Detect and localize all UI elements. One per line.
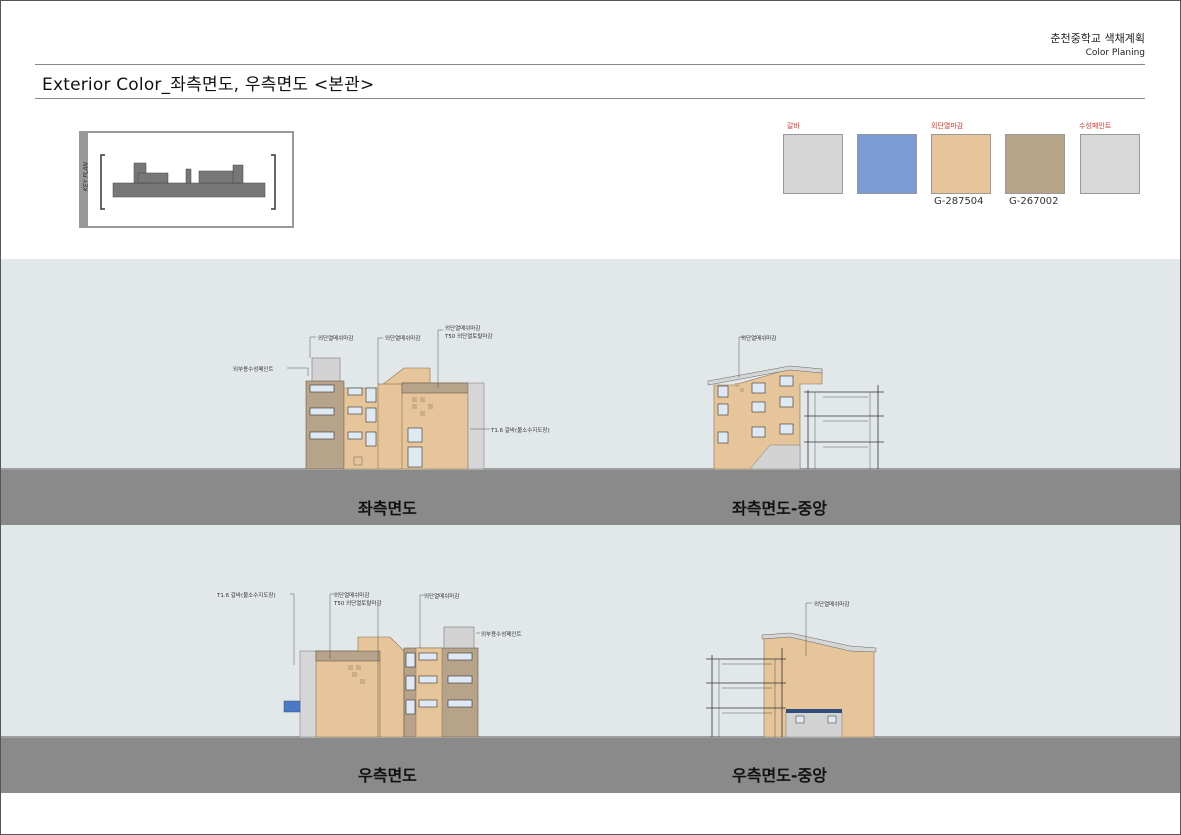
- school-title: 춘천중학교 색채계획: [1050, 32, 1145, 45]
- lower-elevation-band: [1, 525, 1180, 738]
- swatch-code-taupe: G-267002: [1009, 196, 1059, 207]
- swatch-galva: [783, 134, 843, 194]
- note-insulation-left-1: 외단열메쉬마감: [318, 336, 354, 342]
- header-block: 춘천중학교 색채계획 Color Planing: [1050, 30, 1145, 58]
- note-galva-right: T1.6 갈바(불소수지도장): [217, 593, 276, 599]
- swatch-taupe: [1005, 134, 1065, 194]
- note-outer-paint-right: 외부용수성페인트: [481, 632, 522, 638]
- subtitle: Color Planing: [1085, 48, 1145, 58]
- caption-right-elevation: 우측면도: [358, 766, 417, 785]
- caption-left-center-elevation: 좌측면도-중앙: [732, 499, 827, 518]
- note-insulation-left-center: 외단열메쉬마감: [741, 336, 777, 342]
- key-plan-drawing: [100, 154, 276, 210]
- caption-right-center-elevation: 우측면도-중앙: [732, 766, 827, 785]
- swatch-label-insulation: 외단열마감: [931, 122, 964, 130]
- swatch-label-galva: 갈바: [787, 122, 800, 130]
- note-insulation-right-1: 외단열메쉬마감: [334, 593, 370, 599]
- upper-elevation-band: [1, 259, 1180, 470]
- note-galva-left: T1.6 갈바(불소수지도장): [491, 428, 550, 434]
- title-rule: [35, 98, 1145, 99]
- lower-ground-strip: [1, 738, 1180, 793]
- note-t50-left: T50 외단열토탈마감: [445, 334, 493, 340]
- upper-ground-strip: [1, 470, 1180, 525]
- swatch-label-paint: 수성페인트: [1079, 122, 1112, 130]
- swatch-paint: [1080, 134, 1140, 194]
- note-insulation-right-center: 외단열메쉬마감: [814, 602, 850, 608]
- page-title: Exterior Color_좌측면도, 우측면도 <본관>: [42, 75, 375, 95]
- top-rule: [35, 64, 1145, 65]
- note-t50-right: T50 외단열토탈마감: [334, 601, 382, 607]
- note-insulation-left-3: 외단열메쉬마감: [445, 326, 481, 332]
- swatch-code-beige: G-287504: [934, 196, 984, 207]
- note-insulation-left-2: 외단열메쉬마감: [385, 336, 421, 342]
- key-plan: KEY PLAN: [79, 131, 294, 228]
- swatch-blue: [857, 134, 917, 194]
- note-insulation-right-2: 외단열메쉬마감: [424, 594, 460, 600]
- note-outer-paint-left: 외부용수성페인트: [233, 367, 274, 373]
- swatch-beige: [931, 134, 991, 194]
- caption-left-elevation: 좌측면도: [358, 499, 417, 518]
